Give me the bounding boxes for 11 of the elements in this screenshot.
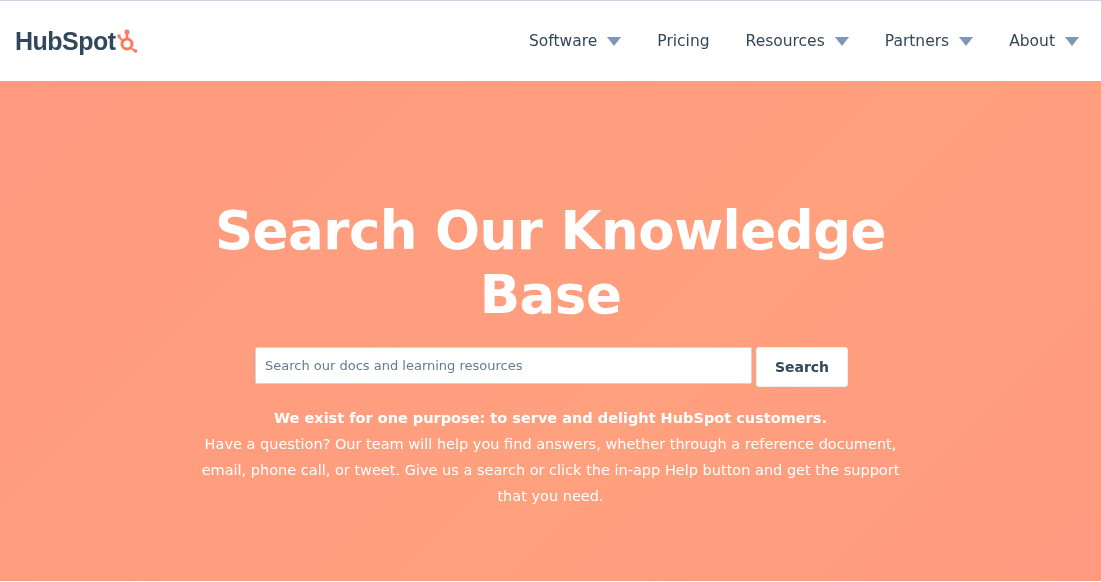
nav-link[interactable]: About [1009,32,1079,50]
logo-text[interactable]: HubSpot [15,26,116,56]
nav-link[interactable]: Software [529,32,622,50]
sprocket-icon [116,29,139,53]
intro-paragraph: We exist for one purpose: to serve and delight HubSpot customers. Have a question? Our team will help you find answers, whether through a reference document, email, phone call, or tweet. Give us a search or click the in-app Help button and get the support that you need. [200,409,901,506]
nav-link[interactable]: Resources [745,32,849,50]
nav-link[interactable]: Pricing [657,32,710,50]
page-title: Search Our Knowledge Base [213,199,888,327]
search-button[interactable]: Search [756,347,848,387]
nav-link[interactable]: Partners [884,32,974,50]
search-field[interactable]: Search our docs and learning resources [255,347,752,384]
